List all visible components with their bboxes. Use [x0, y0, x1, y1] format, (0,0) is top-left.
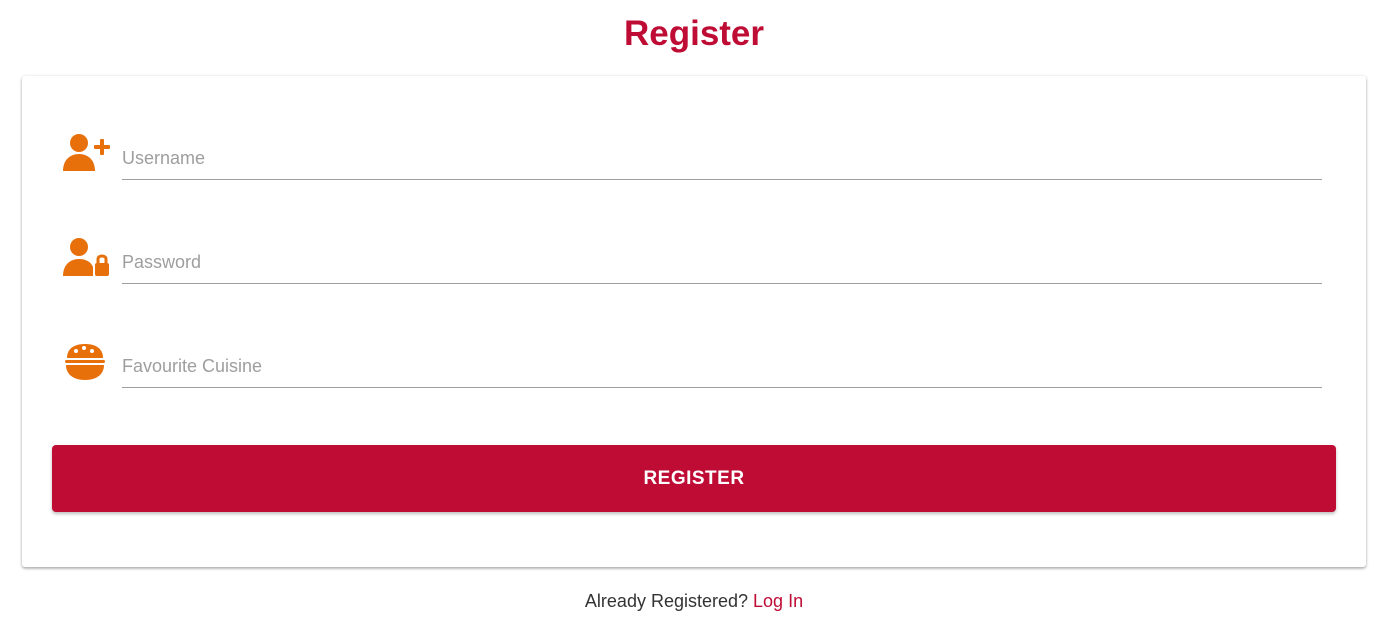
- footer: Already Registered? Log In: [0, 589, 1388, 613]
- cuisine-input[interactable]: [122, 340, 1322, 388]
- username-input[interactable]: [122, 132, 1322, 180]
- password-field-row: [62, 236, 1322, 296]
- username-field-row: [62, 132, 1322, 192]
- password-input[interactable]: [122, 236, 1322, 284]
- login-link[interactable]: Log In: [753, 591, 803, 611]
- register-page: Register Username Favourite Cuisine REGI…: [0, 0, 1388, 627]
- page-title: Register: [623, 14, 765, 53]
- food-bowl-icon: [62, 340, 112, 382]
- register-card: REGISTER: [22, 76, 1366, 567]
- user-plus-icon: [62, 132, 112, 174]
- register-button[interactable]: REGISTER: [52, 445, 1336, 512]
- cuisine-field-row: [62, 340, 1322, 400]
- user-lock-icon: [62, 236, 112, 278]
- already-registered-text: Already Registered?: [584, 591, 749, 611]
